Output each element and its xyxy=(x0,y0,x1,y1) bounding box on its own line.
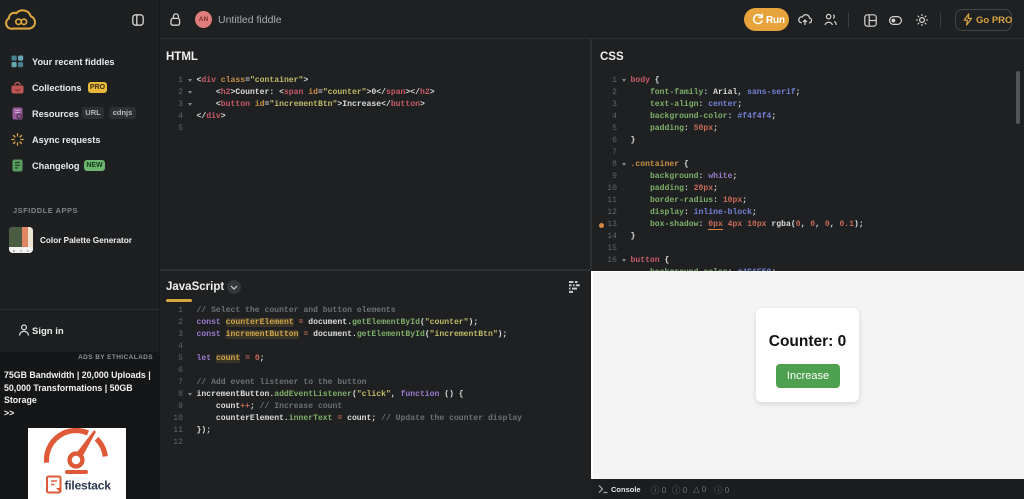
svg-text:filestack: filestack xyxy=(65,479,112,493)
